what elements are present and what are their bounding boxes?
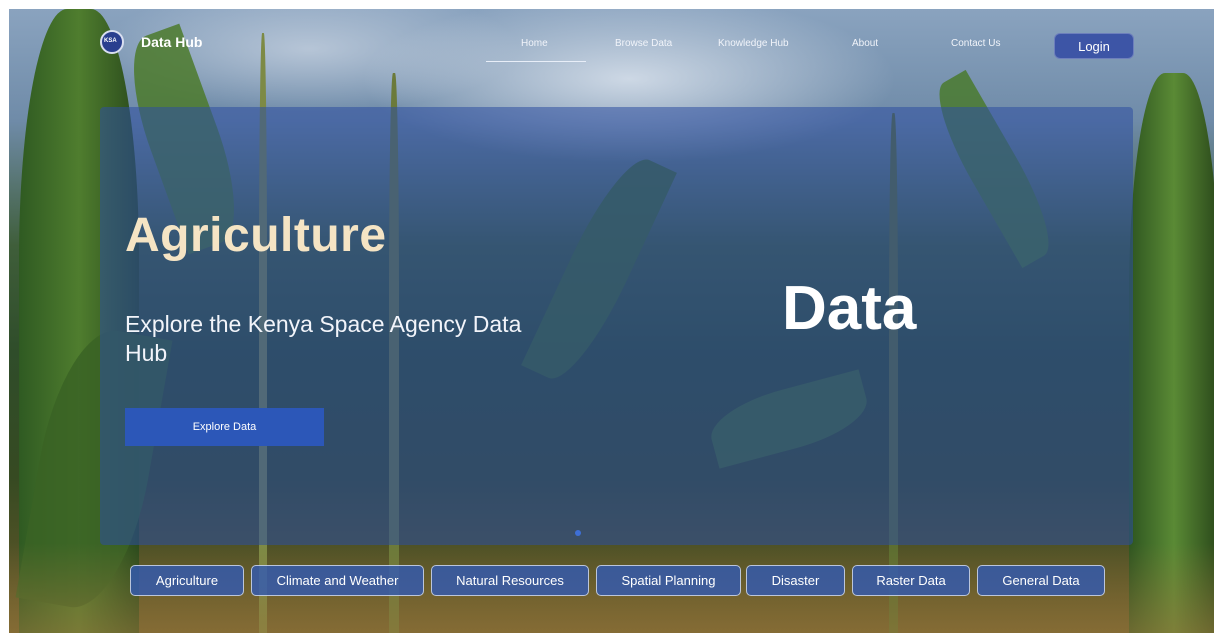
ksa-logo-icon[interactable]: KSA [100, 30, 124, 54]
nav-home[interactable]: Home [521, 38, 548, 49]
hero-title: Agriculture [125, 209, 387, 262]
nav-contact-us[interactable]: Contact Us [951, 38, 1000, 49]
category-chip-climate-weather[interactable]: Climate and Weather [251, 565, 424, 596]
explore-data-button[interactable]: Explore Data [125, 408, 324, 446]
hero-subtitle: Explore the Kenya Space Agency Data Hub [125, 311, 522, 366]
category-chip-raster-data[interactable]: Raster Data [852, 565, 970, 596]
nav-browse-data[interactable]: Browse Data [615, 38, 672, 49]
category-chip-general-data[interactable]: General Data [977, 565, 1105, 596]
nav-active-underline [486, 61, 586, 62]
category-chip-disaster[interactable]: Disaster [746, 565, 845, 596]
brand-name[interactable]: Data Hub [141, 34, 202, 50]
top-navbar: KSA Data Hub Home Browse Data Knowledge … [0, 0, 1223, 80]
hero-big-word: Data [782, 274, 917, 343]
category-chip-agriculture[interactable]: Agriculture [130, 565, 244, 596]
nav-knowledge-hub[interactable]: Knowledge Hub [718, 38, 789, 49]
category-chip-natural-resources[interactable]: Natural Resources [431, 565, 589, 596]
nav-about[interactable]: About [852, 38, 878, 49]
category-chip-spatial-planning[interactable]: Spatial Planning [596, 565, 741, 596]
logo-text: KSA [104, 38, 117, 44]
carousel-indicator-dot[interactable] [575, 530, 581, 536]
login-button[interactable]: Login [1054, 33, 1134, 59]
